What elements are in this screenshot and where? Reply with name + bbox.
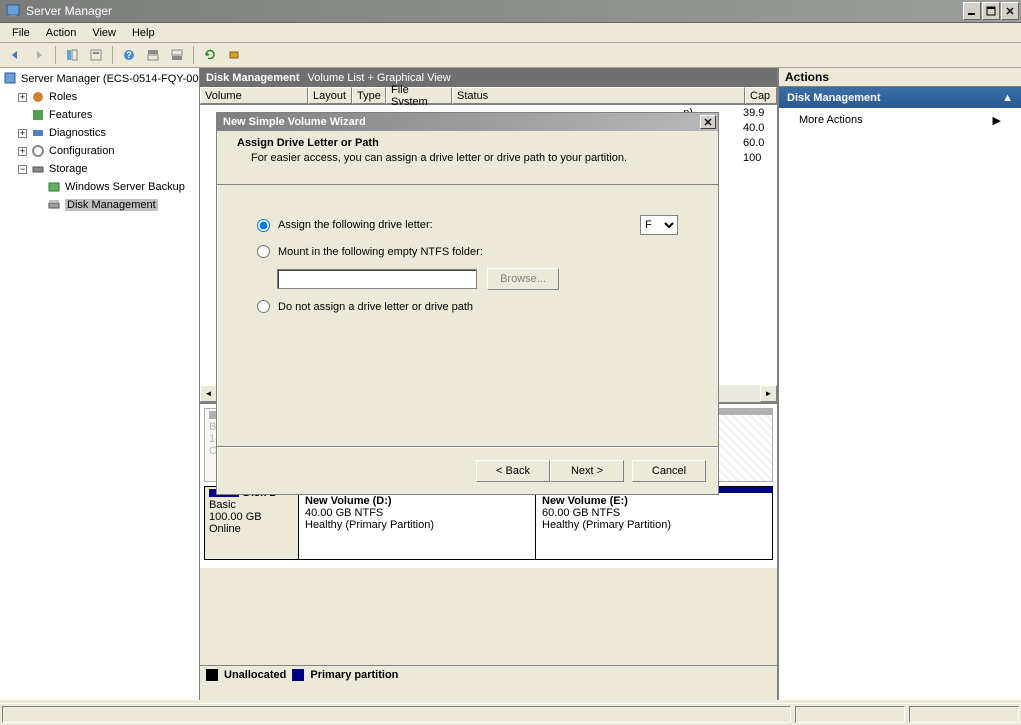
col-capacity[interactable]: Cap	[745, 87, 777, 104]
back-button[interactable]: < Back	[476, 460, 550, 482]
volume-grid-header: Volume Layout Type File System Status Ca…	[200, 87, 777, 105]
forward-button[interactable]	[28, 44, 50, 66]
partition-e[interactable]: New Volume (E:) 60.00 GB NTFS Healthy (P…	[536, 487, 772, 559]
actions-header: Actions	[779, 68, 1021, 87]
legend: Unallocated Primary partition	[200, 665, 777, 683]
show-hide-tree-button[interactable]	[61, 44, 83, 66]
col-fs[interactable]: File System	[386, 87, 452, 104]
tree-roles[interactable]: + Roles	[2, 88, 197, 106]
expander-icon[interactable]: +	[18, 93, 27, 102]
navigation-tree: Server Manager (ECS-0514-FQY-00 + Roles …	[0, 68, 200, 700]
submenu-arrow-icon: ▶	[993, 114, 1001, 127]
menu-action[interactable]: Action	[38, 25, 85, 41]
window-title: Server Manager	[24, 4, 962, 18]
backup-icon	[46, 179, 62, 195]
expander-icon[interactable]: +	[18, 129, 27, 138]
wizard-footer: < Back Next > Cancel	[217, 447, 718, 493]
content-header: Disk Management Volume List + Graphical …	[200, 68, 777, 87]
browse-button: Browse...	[487, 268, 559, 290]
expander-icon[interactable]: +	[18, 147, 27, 156]
properties-button[interactable]	[85, 44, 107, 66]
diskmgmt-icon	[46, 197, 62, 213]
radio-no-assign[interactable]	[257, 300, 270, 313]
toolbar: ?	[0, 43, 1021, 68]
menubar: File Action View Help	[0, 23, 1021, 43]
tree-features[interactable]: Features	[2, 106, 197, 124]
svg-text:?: ?	[126, 50, 132, 60]
legend-swatch-primary	[292, 669, 304, 681]
features-icon	[30, 107, 46, 123]
action-more-actions[interactable]: More Actions ▶	[779, 108, 1021, 133]
wizard-body: Assign the following drive letter: F Mou…	[217, 185, 718, 447]
wizard-header: Assign Drive Letter or Path For easier a…	[217, 131, 718, 185]
menu-view[interactable]: View	[84, 25, 124, 41]
refresh-button[interactable]	[199, 44, 221, 66]
menu-file[interactable]: File	[4, 25, 38, 41]
maximize-button[interactable]	[982, 2, 1000, 20]
tree-configuration[interactable]: + Configuration	[2, 142, 197, 160]
col-type[interactable]: Type	[352, 87, 386, 104]
tree-diagnostics[interactable]: + Diagnostics	[2, 124, 197, 142]
disk1-info: Disk 1 Basic 100.00 GB Online	[205, 487, 299, 559]
cancel-button[interactable]: Cancel	[632, 460, 706, 482]
server-icon	[2, 71, 18, 87]
rescan-button[interactable]	[223, 44, 245, 66]
diagnostics-icon	[30, 125, 46, 141]
storage-icon	[30, 161, 46, 177]
wizard-dialog: New Simple Volume Wizard ✕ Assign Drive …	[216, 112, 719, 495]
tree-disk-management[interactable]: Disk Management	[2, 196, 197, 214]
app-icon	[5, 3, 21, 19]
col-status[interactable]: Status	[452, 87, 745, 104]
toolbar-separator	[193, 46, 194, 64]
menu-help[interactable]: Help	[124, 25, 163, 41]
tree-storage[interactable]: − Storage	[2, 160, 197, 178]
scroll-left-icon[interactable]: ◄	[200, 385, 217, 402]
drive-letter-select[interactable]: F	[640, 215, 678, 235]
col-volume[interactable]: Volume	[200, 87, 308, 104]
next-button[interactable]: Next >	[550, 460, 624, 482]
toolbar-separator	[112, 46, 113, 64]
help-button[interactable]: ?	[118, 44, 140, 66]
actions-section-header[interactable]: Disk Management ▲	[779, 87, 1021, 108]
disk1-block[interactable]: Disk 1 Basic 100.00 GB Online New Volume…	[204, 486, 773, 560]
titlebar: Server Manager	[0, 0, 1021, 23]
close-button[interactable]	[1001, 2, 1019, 20]
wizard-titlebar[interactable]: New Simple Volume Wizard ✕	[217, 113, 718, 131]
scroll-right-icon[interactable]: ►	[760, 385, 777, 402]
collapse-icon: ▲	[1002, 92, 1013, 104]
radio-mount-folder[interactable]	[257, 245, 270, 258]
toolbar-separator	[55, 46, 56, 64]
wizard-close-button[interactable]: ✕	[700, 115, 716, 129]
radio-assign-letter[interactable]	[257, 219, 270, 232]
roles-icon	[30, 89, 46, 105]
col-layout[interactable]: Layout	[308, 87, 352, 104]
back-button[interactable]	[4, 44, 26, 66]
partition-d[interactable]: New Volume (D:) 40.00 GB NTFS Healthy (P…	[299, 487, 536, 559]
mount-path-input[interactable]	[277, 269, 477, 289]
configuration-icon	[30, 143, 46, 159]
collapse-icon[interactable]: −	[18, 165, 27, 174]
actions-pane: Actions Disk Management ▲ More Actions ▶	[777, 68, 1021, 700]
tree-backup[interactable]: Windows Server Backup	[2, 178, 197, 196]
legend-swatch-unallocated	[206, 669, 218, 681]
view-bottom-button[interactable]	[166, 44, 188, 66]
minimize-button[interactable]	[963, 2, 981, 20]
view-top-button[interactable]	[142, 44, 164, 66]
statusbar	[0, 703, 1021, 725]
tree-root[interactable]: Server Manager (ECS-0514-FQY-00	[2, 70, 197, 88]
